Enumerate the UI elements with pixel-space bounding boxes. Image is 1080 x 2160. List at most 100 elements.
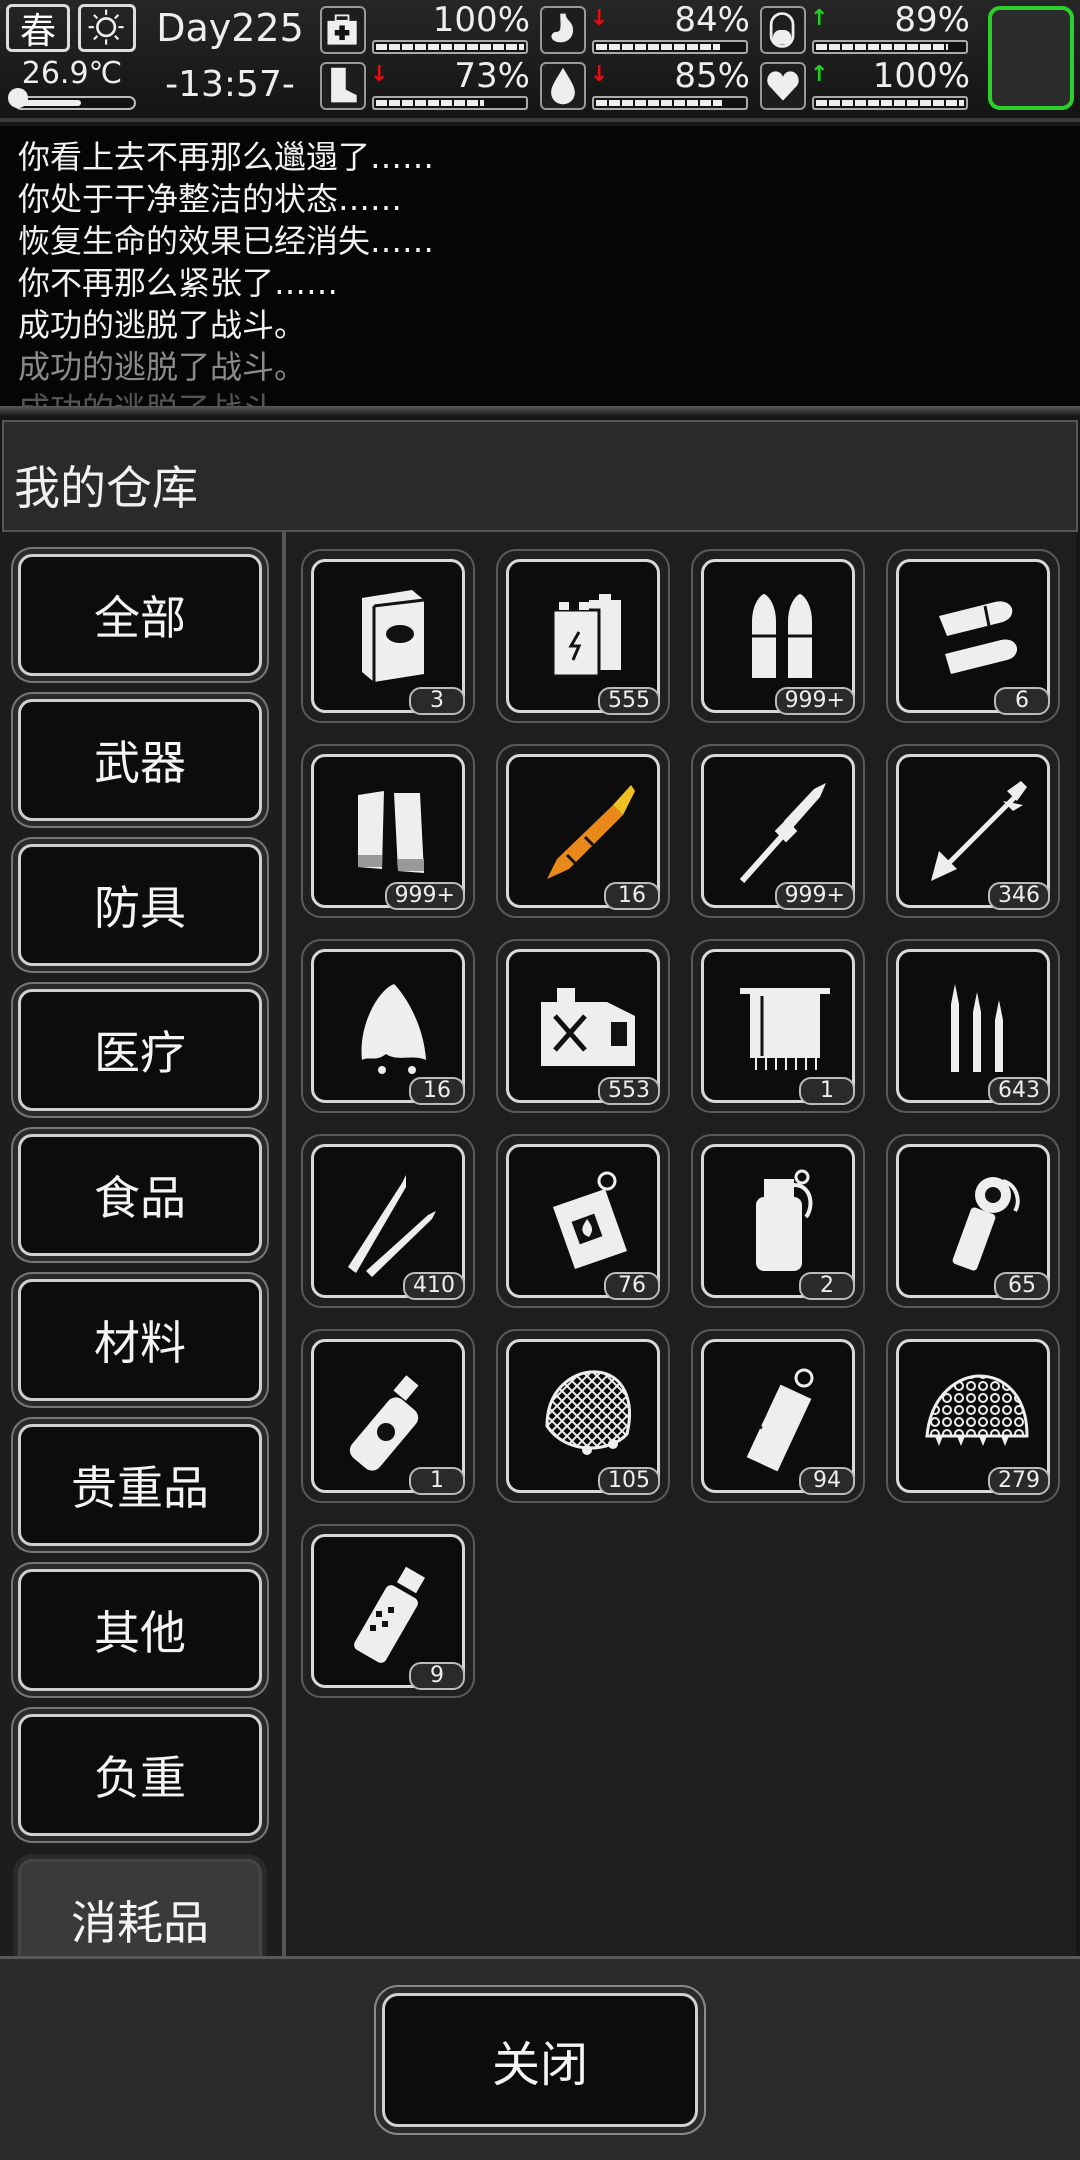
quantity-badge: 16	[604, 882, 660, 910]
item-slot[interactable]: 76	[496, 1134, 670, 1308]
log-line: 成功的逃脱了战斗。	[18, 306, 307, 344]
stat-fill	[376, 100, 485, 106]
item-slot[interactable]: 643	[886, 939, 1060, 1113]
quantity-badge: 643	[988, 1077, 1050, 1105]
item-slot[interactable]: 410	[301, 1134, 475, 1308]
quantity-badge: 999+	[384, 882, 465, 910]
pill-icon	[760, 6, 806, 54]
stat-health: 100%	[320, 0, 530, 58]
item-slot[interactable]: 65	[886, 1134, 1060, 1308]
item-slot[interactable]: 16	[496, 744, 670, 918]
close-button[interactable]: 关闭	[382, 1993, 698, 2127]
quantity-badge: 999+	[774, 882, 855, 910]
item-slot[interactable]: 3	[301, 549, 475, 723]
rag-icon	[361, 984, 426, 1074]
log-line: 恢复生命的效果已经消失……	[18, 222, 435, 260]
stat-bar	[372, 96, 528, 110]
quantity-badge: 16	[409, 1077, 465, 1105]
game-screen: 春 26.9℃ Day225 -13:57- 100% ↓ 84% ↑ 89%	[0, 0, 1080, 2160]
stomach-icon	[540, 6, 586, 54]
quantity-badge: 555	[598, 687, 660, 715]
smoke-grenade-icon	[756, 1169, 813, 1271]
item-slot[interactable]: 94	[691, 1329, 865, 1503]
category-food-button[interactable]: 食品	[18, 1134, 262, 1256]
quantity-badge: 1	[409, 1467, 465, 1495]
item-slot[interactable]: 16	[301, 939, 475, 1113]
day-counter: Day225	[156, 6, 304, 50]
category-materials-button[interactable]: 材料	[18, 1279, 262, 1401]
thermometer-icon	[8, 88, 28, 108]
item-slot[interactable]: 2	[691, 1134, 865, 1308]
category-other-button[interactable]: 其他	[18, 1569, 262, 1691]
category-load-button[interactable]: 负重	[18, 1714, 262, 1836]
log-line: 你处于干净整洁的状态……	[18, 180, 403, 218]
quantity-badge: 65	[994, 1272, 1050, 1300]
item-slot[interactable]: 9	[301, 1524, 475, 1698]
stat-fill	[816, 100, 964, 106]
item-slot[interactable]: 555	[496, 549, 670, 723]
item-slot[interactable]: 279	[886, 1329, 1060, 1503]
log-line: 成功的逃脱了战斗。	[18, 388, 1062, 406]
temperature-text: 26.9℃	[21, 56, 123, 91]
quantity-badge: 999+	[774, 687, 855, 715]
stat-bar	[812, 96, 968, 110]
status-hud: 春 26.9℃ Day225 -13:57- 100% ↓ 84% ↑ 89%	[0, 0, 1080, 122]
stat-value: 84%	[674, 0, 750, 40]
flashbang-icon	[746, 1368, 814, 1472]
item-slot[interactable]: 6	[886, 549, 1060, 723]
stat-bar	[592, 40, 748, 54]
rpg-rocket-icon	[739, 783, 826, 883]
sniper-rounds-icon	[348, 1175, 436, 1277]
log-line: 你不再那么紧张了……	[18, 264, 339, 302]
quantity-badge: 76	[604, 1272, 660, 1300]
battery-icon	[551, 594, 621, 678]
stat-stamina: ↓ 73%	[320, 56, 530, 114]
heart-icon	[760, 62, 806, 110]
category-medical-button[interactable]: 医疗	[18, 989, 262, 1111]
trend-down-icon: ↓	[590, 62, 609, 87]
towel-icon	[740, 988, 830, 1070]
clock-time: -13:57-	[165, 64, 295, 105]
message-log: 你看上去不再那么邋遢了…… 你处于干净整洁的状态…… 恢复生命的效果已经消失………	[0, 126, 1080, 406]
item-slot[interactable]: 346	[886, 744, 1060, 918]
shotgun-shells-icon	[358, 791, 424, 873]
log-line: 你看上去不再那么邋遢了……	[18, 138, 435, 176]
pistol-bullets-icon	[752, 594, 812, 678]
warehouse-header: 我的仓库	[2, 420, 1078, 532]
category-armor-button[interactable]: 防具	[18, 844, 262, 966]
item-slot[interactable]: 999+	[691, 549, 865, 723]
book-icon	[362, 590, 425, 682]
stat-fill	[596, 100, 722, 106]
category-all-button[interactable]: 全部	[18, 554, 262, 676]
stat-thirst: ↓ 85%	[540, 56, 750, 114]
incendiary-grenade-icon	[553, 1171, 627, 1269]
stat-value: 89%	[894, 0, 970, 40]
item-slot[interactable]: 1	[301, 1329, 475, 1503]
quantity-badge: 410	[403, 1272, 465, 1300]
stat-value: 73%	[454, 56, 530, 96]
trend-up-icon: ↑	[810, 6, 829, 31]
log-line: 成功的逃脱了战斗。	[18, 348, 307, 386]
quantity-badge: 2	[799, 1272, 855, 1300]
item-slot[interactable]: 105	[496, 1329, 670, 1503]
quantity-badge: 553	[598, 1077, 660, 1105]
category-valuables-button[interactable]: 贵重品	[18, 1424, 262, 1546]
stat-bar	[592, 96, 748, 110]
quantity-badge: 279	[988, 1467, 1050, 1495]
shotgun-slug-icon	[939, 601, 1018, 674]
item-slot[interactable]: 1	[691, 939, 865, 1113]
rifle-rounds-icon	[951, 984, 1003, 1072]
category-sidebar[interactable]: 全部 武器 防具 医疗 食品 材料 贵重品 其他 负重 消耗品	[0, 532, 282, 1956]
item-slot[interactable]: 999+	[301, 744, 475, 918]
stat-fill	[596, 44, 721, 50]
category-consumables-button[interactable]: 消耗品	[18, 1859, 262, 1956]
first-aid-kit-icon	[320, 6, 366, 54]
quantity-badge: 6	[994, 687, 1050, 715]
rocket-icon	[547, 785, 635, 879]
stat-fill	[816, 44, 948, 50]
item-slot[interactable]: 553	[496, 939, 670, 1113]
category-weapons-button[interactable]: 武器	[18, 699, 262, 821]
quick-slot-button[interactable]	[988, 6, 1074, 110]
water-drop-icon	[540, 62, 586, 110]
item-slot[interactable]: 999+	[691, 744, 865, 918]
